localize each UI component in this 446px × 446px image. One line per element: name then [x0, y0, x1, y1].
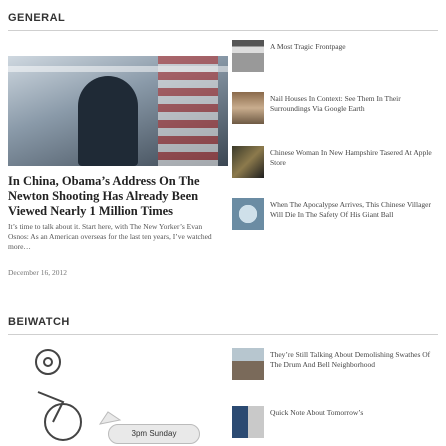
side-article-2-title[interactable]: Nail Houses In Context: See Them In Thei…: [270, 94, 435, 114]
event-time-bubble: 3pm Sunday: [108, 424, 200, 444]
side-article-1[interactable]: A Most Tragic Frontpage: [232, 40, 437, 84]
section-beiwatch-title: BEIWATCH: [8, 316, 70, 328]
newspaper-thumb[interactable]: [232, 40, 264, 72]
side-article-2[interactable]: Nail Houses In Context: See Them In Thei…: [232, 92, 437, 136]
store-thumb[interactable]: [232, 146, 264, 178]
feature-image[interactable]: [8, 56, 228, 166]
beiwatch-article-1-title[interactable]: They’re Still Talking About Demolishing …: [270, 350, 435, 370]
side-article-3-title[interactable]: Chinese Woman In New Hampshire Tasered A…: [270, 148, 435, 168]
feature-headline[interactable]: In China, Obama’s Address On The Newton …: [8, 174, 218, 219]
side-article-3[interactable]: Chinese Woman In New Hampshire Tasered A…: [232, 146, 437, 190]
house-thumb[interactable]: [232, 92, 264, 124]
feature-teaser: It’s time to talk about it. Start here, …: [8, 222, 212, 251]
beiwatch-image[interactable]: 3pm Sunday: [8, 342, 228, 446]
sign-thumb[interactable]: [232, 406, 264, 438]
beiwatch-article-2-title[interactable]: Quick Note About Tomorrow’s: [270, 408, 435, 418]
ball-thumb[interactable]: [232, 198, 264, 230]
section-general-title: GENERAL: [8, 12, 66, 24]
side-article-1-title[interactable]: A Most Tragic Frontpage: [270, 42, 435, 52]
feature-date: December 16, 2012: [8, 268, 67, 277]
side-article-4-title[interactable]: When The Apocalypse Arrives, This Chines…: [270, 200, 435, 220]
section-divider: [8, 334, 438, 335]
side-article-4[interactable]: When The Apocalypse Arrives, This Chines…: [232, 198, 437, 242]
rooftops-thumb[interactable]: [232, 348, 264, 380]
section-divider: [8, 30, 438, 31]
